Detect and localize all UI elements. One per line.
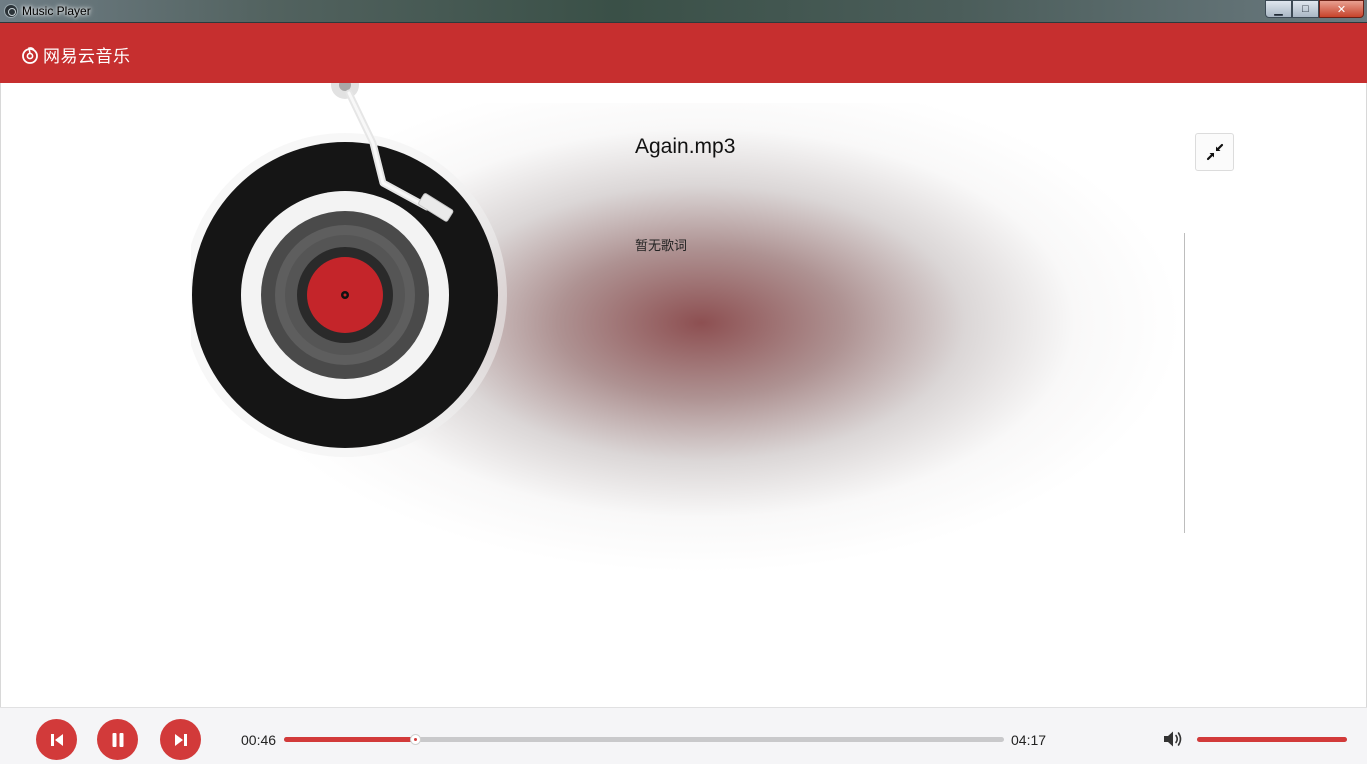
playback-bar: 00:46 04:17	[0, 707, 1367, 764]
minimize-button[interactable]: ▁	[1265, 0, 1292, 18]
shrink-arrows-icon	[1206, 143, 1223, 161]
previous-button[interactable]	[36, 719, 77, 760]
app-icon	[4, 4, 18, 18]
progress-bar[interactable]	[284, 734, 1004, 745]
window-controls: ▁ □ ✕	[1265, 0, 1364, 19]
song-title: Again.mp3	[635, 135, 736, 158]
current-time: 00:46	[241, 732, 277, 748]
next-button[interactable]	[160, 719, 201, 760]
pause-button[interactable]	[97, 719, 138, 760]
player-view: Again.mp3 暂无歌词	[0, 83, 1367, 707]
volume-slider[interactable]	[1197, 737, 1347, 742]
pause-icon	[112, 732, 123, 747]
lyrics-scrollbar[interactable]	[1184, 233, 1185, 533]
app-logo[interactable]: 网易云音乐	[20, 42, 131, 67]
logo-text: 网易云音乐	[43, 47, 131, 67]
total-time: 04:17	[1011, 732, 1047, 748]
progress-fill	[284, 737, 416, 742]
volume-fill	[1197, 737, 1347, 742]
lyrics-text: 暂无歌词	[635, 239, 688, 254]
window-title: Music Player	[22, 4, 91, 18]
vinyl-turntable	[191, 83, 507, 457]
app-header: 网易云音乐	[0, 23, 1367, 83]
window-title-bar[interactable]: Music Player ▁ □ ✕	[0, 0, 1367, 23]
close-button[interactable]: ✕	[1319, 0, 1364, 18]
skip-next-icon	[174, 733, 187, 746]
shrink-view-button[interactable]	[1195, 133, 1234, 171]
maximize-button[interactable]: □	[1292, 0, 1319, 18]
speaker-icon[interactable]	[1162, 729, 1184, 749]
progress-knob[interactable]	[410, 734, 422, 745]
netease-music-icon	[22, 46, 38, 64]
skip-previous-icon	[50, 733, 63, 746]
